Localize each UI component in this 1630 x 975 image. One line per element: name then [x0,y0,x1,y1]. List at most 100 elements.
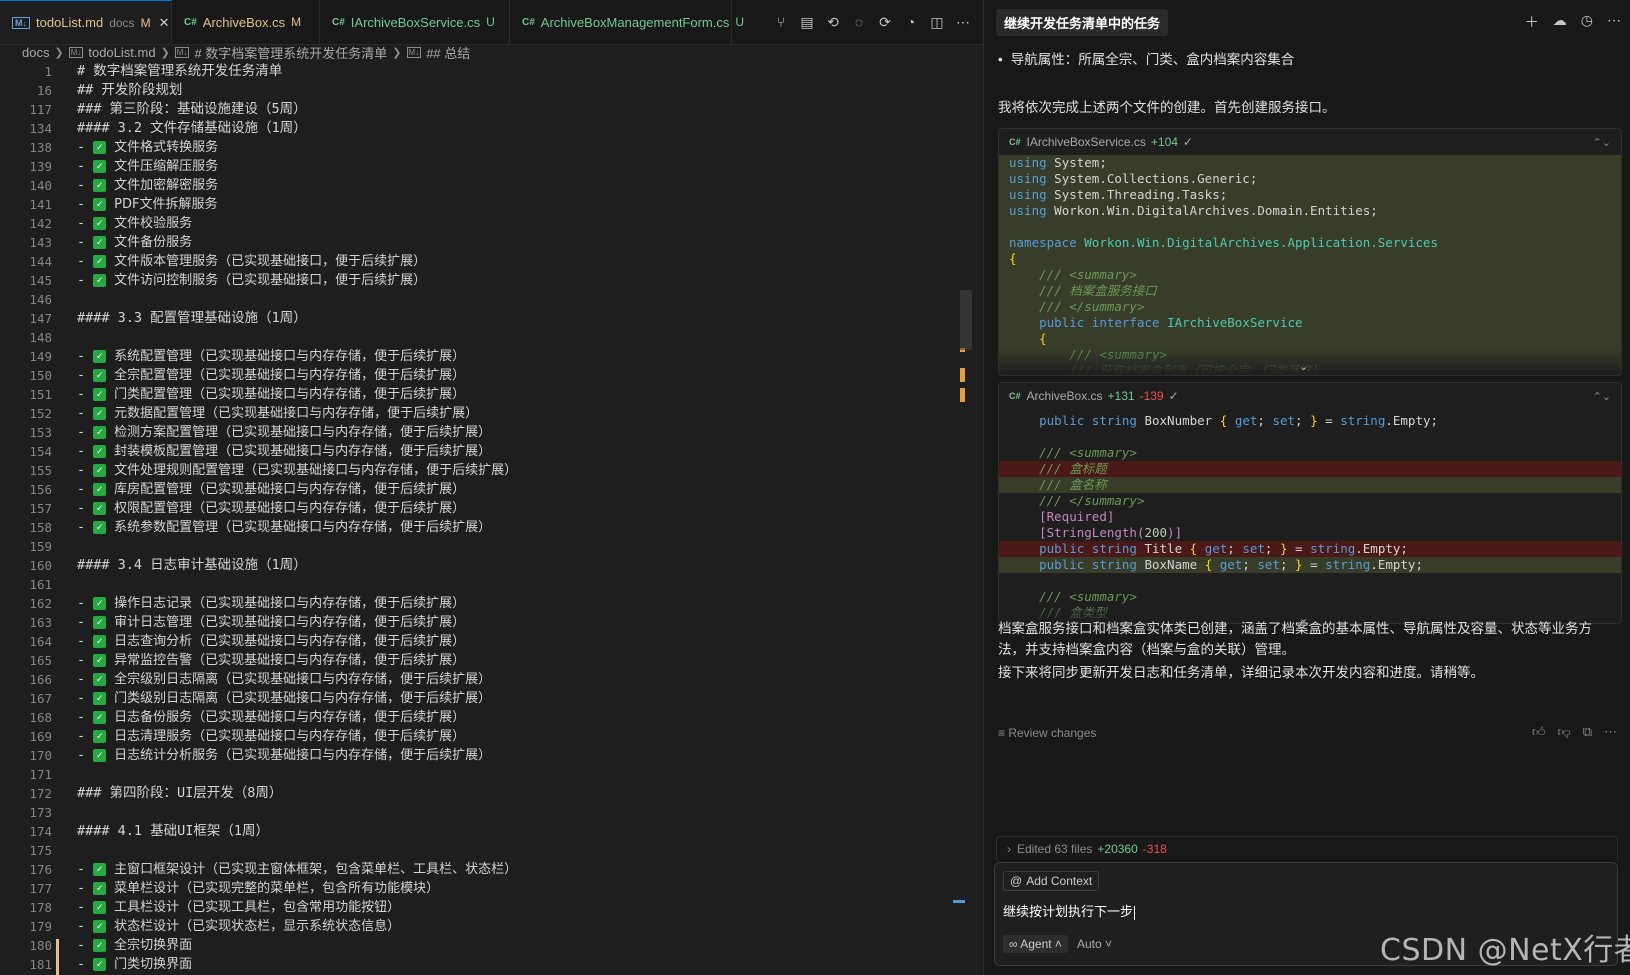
list-dash: - [77,937,86,953]
code-card-header[interactable]: C# ArchiveBox.cs +131 -139 ✓ ⌃⌄ [999,383,1621,409]
task-label: 日志清理服务（已实现基础接口与内存存储，便于后续扩展） [114,729,466,744]
line-number: 140 [29,178,52,193]
new-chat-icon[interactable]: ＋ [1525,12,1539,32]
edited-files-summary[interactable]: › Edited 63 files +20360 -318 [996,836,1618,860]
list-dash: - [77,196,86,212]
add-context-label: Add Context [1026,874,1093,888]
code-line: 139 - ✓ 文件压缩解压服务 [0,157,960,176]
more-icon[interactable]: ⋯ [1604,724,1617,740]
list-icon: ≡ [998,726,1009,740]
source-control-icon[interactable]: ⑂ [772,13,790,31]
code-editor[interactable]: 1 # 数字档案管理系统开发任务清单 16 ## 开发阶段规划 117 ### 第三阶段：… [0,62,960,974]
agent-mode-dropdown[interactable]: ∞ Agent ˄ [1003,935,1068,953]
code-line: 159 [0,537,960,556]
cloud-icon[interactable]: ☁ [1553,12,1567,32]
code-line: 167 - ✓ 门类级别日志隔离（已实现基础接口与内存存储，便于后续扩展） [0,689,960,708]
checkbox-checked-icon: ✓ [93,881,107,895]
breadcrumb-section[interactable]: # 数字档案管理系统开发任务清单 [194,43,387,62]
task-label: 元数据配置管理（已实现基础接口与内存存储，便于后续扩展） [114,406,479,421]
checkbox-checked-icon: ✓ [93,957,107,971]
more-icon[interactable]: ⋯ [954,13,972,31]
line-number: 156 [29,482,52,497]
code-line: 152 - ✓ 元数据配置管理（已实现基础接口与内存存储，便于后续扩展） [0,404,960,423]
line-text: - ✓ 封装模板配置管理（已实现基础接口与内存存储，便于后续扩展） [77,442,491,461]
tab-iarchiveboxservice[interactable]: C# IArchiveBoxService.cs U [320,0,510,44]
line-number: 134 [29,121,52,136]
history-icon[interactable]: ◷ [1581,12,1593,32]
scrollbar-thumb[interactable] [960,290,972,350]
thumbs-down-icon[interactable]: 👎︎ [1558,724,1571,740]
code-diff-body: public string BoxNumber { get; set; } = … [999,409,1621,623]
go-back-icon[interactable]: ⟲ [824,13,842,31]
chat-header: 继续开发任务清单中的任务 ＋ ☁ ◷ ⋯ [984,0,1630,44]
chevron-down-icon[interactable]: ⌄ [1299,360,1308,373]
line-text: - ✓ 系统配置管理（已实现基础接口与内存存储，便于后续扩展） [77,347,465,366]
checkbox-checked-icon: ✓ [93,691,107,705]
split-editor-icon[interactable]: ◫ [928,13,946,31]
go-circle-icon[interactable]: ◌ [850,13,868,31]
breadcrumb-file[interactable]: todoList.md [88,45,155,60]
line-text: - ✓ 文件校验服务 [77,214,192,233]
code-line: 179 - ✓ 状态栏设计（已实现状态栏，显示系统状态信息） [0,917,960,936]
go-forward-icon[interactable]: ⟳ [876,13,894,31]
list-dash: - [77,519,86,535]
code-diff-card: C# IArchiveBoxService.cs +104 ✓ ⌃⌄ using… [998,128,1622,376]
review-changes-button[interactable]: ≡ Review changes [998,726,1096,740]
checkbox-checked-icon: ✓ [93,140,107,154]
code-line: 138 - ✓ 文件格式转换服务 [0,138,960,157]
tab-label: todoList.md [36,15,104,30]
task-label: 异常监控告警（已实现基础接口与内存存储，便于后续扩展） [114,653,466,668]
line-number: 172 [29,786,52,801]
code-diff-card: C# ArchiveBox.cs +131 -139 ✓ ⌃⌄ public s… [998,382,1622,624]
check-icon: ✓ [1168,389,1179,403]
breadcrumb-folder[interactable]: docs [22,45,49,60]
code-line: 142 - ✓ 文件校验服务 [0,214,960,233]
line-text: - ✓ 审计日志管理（已实现基础接口与内存存储，便于后续扩展） [77,613,465,632]
overview-marker [960,388,965,402]
line-text: - ✓ 异常监控告警（已实现基础接口与内存存储，便于后续扩展） [77,651,465,670]
chat-title[interactable]: 继续开发任务清单中的任务 [996,8,1169,36]
breadcrumb-section[interactable]: ## 总结 [426,43,470,62]
list-dash: - [77,671,86,687]
expand-icon[interactable]: ⌃⌄ [1593,390,1611,403]
list-dash: - [77,462,86,478]
task-label: 全宗配置管理（已实现基础接口与内存存储，便于后续扩展） [114,368,466,383]
tab-todolist[interactable]: M↓ todoList.md docs M ✕ [0,0,172,44]
task-label: 操作日志记录（已实现基础接口与内存存储，便于后续扩展） [114,596,466,611]
task-label: 全宗级别日志隔离（已实现基础接口与内存存储，便于后续扩展） [114,672,492,687]
line-text: - ✓ 主窗口框架设计（已实现主窗体框架，包含菜单栏、工具栏、状态栏） [77,860,517,879]
tab-label: ArchiveBoxManagementForm.cs [540,14,730,30]
code-line: 166 - ✓ 全宗级别日志隔离（已实现基础接口与内存存储，便于后续扩展） [0,670,960,689]
list-dash: - [77,424,86,440]
chat-input-field[interactable]: 继续按计划执行下一步 [1003,901,1135,920]
thumbs-up-icon[interactable]: 👍︎ [1532,724,1546,740]
copy-icon[interactable]: ⧉ [1583,724,1592,740]
task-label: 文件访问控制服务（已实现基础接口，便于后续扩展） [114,273,427,288]
preview-icon[interactable]: ▤ [798,13,816,31]
editor-actions: ⑂ ▤ ⟲ ◌ ⟳ ◔ ◫ ⋯ [772,0,982,44]
code-line: 164 - ✓ 日志查询分析（已实现基础接口与内存存储，便于后续扩展） [0,632,960,651]
line-number: 117 [29,102,52,117]
timeline-icon[interactable]: ◔ [902,13,920,31]
line-number: 147 [29,311,52,326]
line-text: - ✓ 日志查询分析（已实现基础接口与内存存储，便于后续扩展） [77,632,465,651]
tab-archivebox[interactable]: C# ArchiveBox.cs M [172,0,320,44]
checkbox-checked-icon: ✓ [93,634,107,648]
model-dropdown[interactable]: Auto ˅ [1077,937,1112,951]
more-icon[interactable]: ⋯ [1607,12,1621,32]
line-text: - ✓ 检测方案配置管理（已实现基础接口与内存存储，便于后续扩展） [77,423,491,442]
task-label: 菜单栏设计（已实现完整的菜单栏，包含所有功能模块） [114,881,440,896]
message-bullet: 导航属性：所属全宗、门类、盒内档案内容集合 [998,48,1295,68]
checkbox-checked-icon: ✓ [93,178,107,192]
list-dash: - [77,158,86,174]
chevron-right-icon: ❯ [54,46,64,59]
close-icon[interactable]: ✕ [159,15,170,31]
tab-archiveboxmanagementform[interactable]: C# ArchiveBoxManagementForm.cs U [510,0,744,44]
task-label: 文件处理规则配置管理（已实现基础接口与内存存储，便于后续扩展） [114,463,518,478]
line-number: 174 [29,824,52,839]
add-context-button[interactable]: @ Add Context [1003,871,1100,891]
list-dash: - [77,880,86,896]
code-card-header[interactable]: C# IArchiveBoxService.cs +104 ✓ ⌃⌄ [999,129,1621,155]
list-dash: - [77,899,86,915]
expand-icon[interactable]: ⌃⌄ [1593,136,1611,149]
